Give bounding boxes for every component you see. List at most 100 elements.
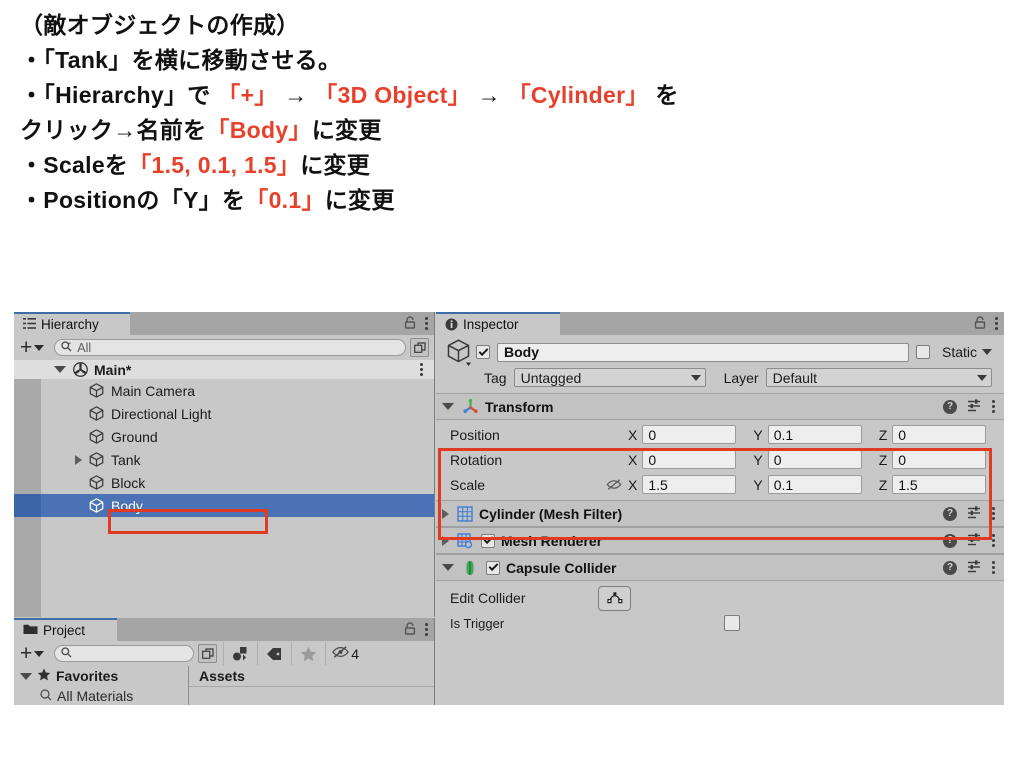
chevron-down-icon — [690, 374, 701, 381]
plain-text: ・Positionの「Y」を — [20, 187, 246, 213]
is-trigger-checkbox[interactable] — [724, 615, 741, 631]
help-icon[interactable]: ? — [943, 506, 957, 521]
expand-window-icon[interactable] — [198, 644, 218, 663]
preset-sliders-icon[interactable] — [967, 505, 982, 522]
gameobject-cube-icon — [88, 382, 105, 399]
tab-hierarchy[interactable]: Hierarchy — [14, 312, 130, 335]
help-icon[interactable]: ? — [943, 560, 957, 575]
asset-type-filter-icon[interactable] — [223, 642, 257, 665]
preset-sliders-icon[interactable] — [967, 398, 982, 415]
hierarchy-scene-row[interactable]: Main* — [14, 360, 434, 379]
layer-value: Default — [772, 369, 817, 386]
hierarchy-item-label: Directional Light — [111, 405, 212, 422]
label-tag-filter-icon[interactable] — [257, 642, 291, 665]
component-enabled-checkbox[interactable] — [486, 560, 500, 575]
gameobject-enabled-checkbox[interactable] — [476, 345, 490, 359]
project-search-input[interactable] — [54, 645, 195, 662]
transform-component-header[interactable]: Transform ? — [436, 393, 1004, 420]
slide-line: クリック→名前を「Body」に変更 — [20, 113, 1005, 148]
transform-scale-y-input[interactable]: 0.1 — [767, 475, 862, 494]
hierarchy-item-ground[interactable]: Ground — [14, 425, 434, 448]
chevron-down-icon[interactable] — [54, 366, 66, 373]
highlighted-term: 「Body」 — [206, 117, 312, 143]
kebab-menu-icon[interactable] — [425, 623, 428, 636]
hierarchy-tree: Main* Main Camera Directional Light Grou… — [14, 360, 434, 617]
component-header-mesh-renderer[interactable]: Mesh Renderer? — [436, 527, 1004, 554]
layer-dropdown[interactable]: Default — [765, 368, 992, 387]
search-icon — [61, 340, 72, 355]
component-header-capsule-collider[interactable]: Capsule Collider? — [436, 554, 1004, 581]
edit-collider-button[interactable] — [598, 585, 632, 611]
transform-scale-z-input[interactable]: 1.5 — [892, 475, 987, 494]
component-title: Cylinder (Mesh Filter) — [479, 505, 623, 522]
transform-scale-x-input[interactable]: 1.5 — [642, 475, 737, 494]
constrain-proportions-off-icon[interactable] — [600, 478, 628, 491]
tab-project[interactable]: Project — [14, 618, 117, 641]
inspector-body: Body Static Tag Untagged Layer Default T… — [436, 335, 1004, 705]
hierarchy-add-button[interactable]: + — [20, 337, 45, 358]
layer-label: Layer — [723, 369, 759, 386]
kebab-menu-icon[interactable] — [992, 400, 995, 413]
project-all-materials-label: All Materials — [57, 688, 134, 704]
kebab-menu-icon[interactable] — [992, 534, 995, 547]
hierarchy-item-block[interactable]: Block — [14, 471, 434, 494]
star-favorite-icon[interactable] — [291, 642, 325, 665]
transform-position-x-input[interactable]: 0 — [642, 425, 737, 444]
component-enabled-checkbox[interactable] — [481, 533, 495, 548]
transform-row-scale: Scale X 1.5 Y 0.1 Z 1.5 — [436, 472, 1004, 497]
hierarchy-item-body[interactable]: Body — [14, 494, 434, 517]
preset-sliders-icon[interactable] — [967, 532, 982, 549]
transform-title: Transform — [485, 398, 554, 415]
kebab-menu-icon[interactable] — [425, 317, 428, 330]
preset-sliders-icon[interactable] — [967, 559, 982, 576]
help-icon[interactable]: ? — [943, 399, 957, 414]
static-dropdown-chevron-icon[interactable] — [982, 349, 992, 355]
indent-spacer — [41, 454, 88, 465]
help-icon[interactable]: ? — [943, 533, 957, 548]
chevron-right-icon[interactable] — [75, 454, 82, 465]
static-checkbox[interactable] — [915, 345, 930, 359]
plain-text: ・Scaleを — [20, 152, 129, 178]
project-favorites-row[interactable]: Favorites — [14, 666, 188, 686]
hierarchy-search-input[interactable]: All — [54, 339, 406, 356]
lock-icon[interactable] — [974, 315, 986, 332]
project-all-materials-row[interactable]: All Materials — [14, 686, 188, 705]
hierarchy-item-main-camera[interactable]: Main Camera — [14, 379, 434, 402]
transform-rotation-y-input[interactable]: 0 — [767, 450, 862, 469]
chevron-down-icon[interactable] — [442, 403, 454, 410]
kebab-menu-icon[interactable] — [992, 561, 995, 574]
transform-fields: Position X 0 Y 0.1 Z 0 Rotation X 0 Y 0 Z 0 Scale X 1.5… — [436, 420, 1004, 500]
tag-dropdown[interactable]: Untagged — [513, 368, 706, 387]
chevron-down-icon[interactable] — [20, 672, 32, 680]
hierarchy-panel: Hierarchy + All Main* Main Camera Direct… — [14, 312, 435, 617]
chevron-right-icon[interactable] — [442, 535, 449, 546]
gameobject-name-input[interactable]: Body — [497, 342, 909, 362]
hidden-packages-filter[interactable]: 4 — [325, 642, 365, 665]
kebab-menu-icon[interactable] — [992, 507, 995, 520]
kebab-menu-icon[interactable] — [995, 317, 998, 330]
project-add-button[interactable]: + — [20, 643, 45, 664]
tab-inspector[interactable]: Inspector — [436, 312, 560, 335]
component-title: Mesh Renderer — [501, 532, 603, 549]
slide-instruction-text: （敵オブジェクトの作成） ・「Tank」を横に移動させる。 ・「Hierarch… — [20, 8, 1005, 218]
expand-window-icon[interactable] — [410, 338, 429, 357]
hierarchy-item-tank[interactable]: Tank — [14, 448, 434, 471]
inspector-tab-tools — [974, 312, 998, 335]
plain-text: （敵オブジェクトの作成） — [20, 12, 300, 38]
transform-position-y-input[interactable]: 0.1 — [767, 425, 862, 444]
plain-text: → — [277, 82, 315, 108]
transform-rotation-z-input[interactable]: 0 — [892, 450, 987, 469]
transform-position-z-input[interactable]: 0 — [892, 425, 987, 444]
chevron-down-icon[interactable] — [442, 564, 454, 571]
unity-scene-icon — [73, 362, 88, 377]
hierarchy-item-directional-light[interactable]: Directional Light — [14, 402, 434, 425]
lock-icon[interactable] — [404, 621, 416, 638]
chevron-right-icon[interactable] — [442, 508, 449, 519]
lock-icon[interactable] — [404, 315, 416, 332]
project-tab-tools — [404, 618, 428, 641]
hierarchy-icon — [23, 317, 36, 332]
transform-row-rotation: Rotation X 0 Y 0 Z 0 — [436, 447, 1004, 472]
kebab-menu-icon[interactable] — [420, 363, 423, 376]
transform-rotation-x-input[interactable]: 0 — [642, 450, 737, 469]
component-header-cylinder-mesh-filter[interactable]: Cylinder (Mesh Filter)? — [436, 500, 1004, 527]
